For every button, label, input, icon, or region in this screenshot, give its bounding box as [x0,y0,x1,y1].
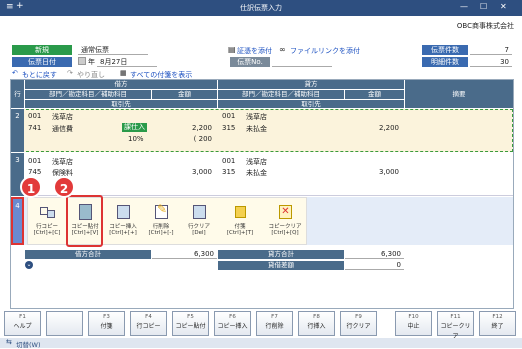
minimize-icon[interactable]: — [460,2,468,11]
credit-account-name: 未払金 [246,169,267,177]
credit-dept-name: 浅草店 [246,158,267,166]
tax-badge: 課仕入 [122,123,147,132]
paste-icon [75,202,95,220]
step-badge-1: 1 [20,176,42,198]
debit-header: 借方 [25,80,217,89]
paste-copy-button[interactable]: コピー貼付 [Ctrl]+[V] [67,202,103,236]
debit-dept-code[interactable]: 001 [28,157,41,165]
date-label: 伝票日付 [12,57,72,67]
tax-rate: 10% [128,135,144,143]
era-box[interactable] [78,57,86,65]
insert-copy-button[interactable]: コピー挿入 [Ctrl]+[+] [104,202,142,236]
fkey-insert-copy[interactable]: F6 コピー挿入 [214,311,251,336]
redo-icon: ↷ [67,69,73,77]
memo-header: 摘要 [405,80,513,108]
credit-total-value: 6,300 [345,250,404,259]
link-icon: ∞ [279,45,286,54]
credit-amount-col: 金額 [345,90,404,99]
voucher-no-label: 伝票No. [230,57,270,67]
fkey-paste[interactable]: F5 コピー貼付 [172,311,209,336]
status-bar [0,338,522,348]
switch-icon: ⇆ [6,338,12,346]
credit-account-code[interactable]: 315 [222,124,235,132]
debit-tax-amount: ( 200 [193,135,212,143]
fkey-empty[interactable] [46,311,83,336]
new-status-label: 新規 [12,45,72,55]
credit-amount[interactable]: 3,000 [355,168,399,176]
fkey-exit[interactable]: F12 終了 [479,311,516,336]
credit-dept-code[interactable]: 001 [222,112,235,120]
window-title: 仕訳伝票入力 [240,4,282,12]
voucher-no-input[interactable] [272,57,332,67]
fkey-insert-row[interactable]: F8 行挿入 [298,311,335,336]
credit-amount[interactable]: 2,200 [355,124,399,132]
credit-account-code[interactable]: 315 [222,168,235,176]
fkey-clear-row[interactable]: F9 行クリア [340,311,377,336]
delete-row-icon: ✎ [151,202,171,220]
date-input[interactable]: 8月27日 [97,57,157,67]
credit-total-label: 貸方合計 [218,250,344,259]
diff-value: 0 [345,261,404,270]
credit-account-name: 未払金 [246,125,267,133]
row-number: 4 [11,197,24,245]
sticky-icon: ▦ [120,69,127,77]
fkey-cancel[interactable]: F10 中止 [395,311,432,336]
copy-clear-button[interactable]: ✕ コピークリア [Ctrl]+[Q] [264,202,306,236]
entry-type-value[interactable]: 通常伝票 [78,45,148,55]
debit-account-code[interactable]: 745 [28,168,41,176]
credit-dept-name: 浅草店 [246,113,267,121]
close-icon[interactable]: ✕ [500,2,507,11]
title-bar: ≡ + 仕訳伝票入力 — ☐ ✕ [0,0,522,16]
debit-total-value: 6,300 [152,250,217,259]
copy-row-button[interactable]: 行コピー [Ctrl]+[C] [29,202,65,236]
fkey-help[interactable]: F1 ヘルプ [4,311,41,336]
sticky-note-button[interactable]: 付箋 [Ctrl]+[T] [222,202,258,236]
insert-icon [113,202,133,220]
debit-amount[interactable]: 3,000 [170,168,212,176]
clear-row-icon [189,202,209,220]
debit-account-name: 通信費 [52,125,73,133]
detail-count-label: 明細件数 [422,57,468,67]
debit-partner-col: 取引先 [25,100,217,108]
copy-clear-icon: ✕ [275,202,295,220]
fkey-delete-row[interactable]: F7 行削除 [256,311,293,336]
debit-dept-name: 浅草店 [52,113,73,121]
fkey-sticky[interactable]: F3 付箋 [88,311,125,336]
company-name: OBC商事株式会社 [456,22,514,30]
date-era: 年 [88,58,95,66]
debit-amount-col: 金額 [152,90,217,99]
step-badge-2: 2 [53,176,75,198]
debit-account-code[interactable]: 741 [28,124,41,132]
credit-partner-col: 取引先 [218,100,404,108]
expand-icon[interactable]: ⌄ [25,261,33,269]
attach-file-link[interactable]: ファイルリンクを添付 [290,46,360,56]
maximize-icon[interactable]: ☐ [480,2,487,11]
debit-dept-code[interactable]: 001 [28,112,41,120]
copy-row-icon [37,202,57,220]
attach-evidence-link[interactable]: 証憑を添付 [237,46,272,56]
row-header: 行 [11,80,24,108]
debit-dept-name: 浅草店 [52,158,73,166]
diff-label: 貸借差額 [218,261,344,270]
credit-dept-code[interactable]: 001 [222,157,235,165]
credit-header: 貸方 [218,80,404,89]
debit-total-label: 借方合計 [25,250,151,259]
sticky-note-icon [230,202,250,220]
debit-amount[interactable]: 2,200 [170,124,212,132]
credit-account-col: 部門／勘定科目／補助科目 [218,90,344,99]
count-label: 伝票件数 [422,45,468,55]
attachment-icon: ▤ [228,45,236,54]
debit-account-col: 部門／勘定科目／補助科目 [25,90,151,99]
detail-count-value: 30 [470,57,512,67]
fkey-copy-clear[interactable]: F11 コピークリア [437,311,474,340]
fkey-copy-row[interactable]: F4 行コピー [130,311,167,336]
delete-row-button[interactable]: ✎ 行削除 [Ctrl]+[-] [143,202,179,236]
undo-icon: ↶ [12,69,18,77]
count-value: 7 [470,45,512,55]
row-number: 2 [11,109,24,152]
clear-row-button[interactable]: 行クリア [Del] [181,202,217,236]
